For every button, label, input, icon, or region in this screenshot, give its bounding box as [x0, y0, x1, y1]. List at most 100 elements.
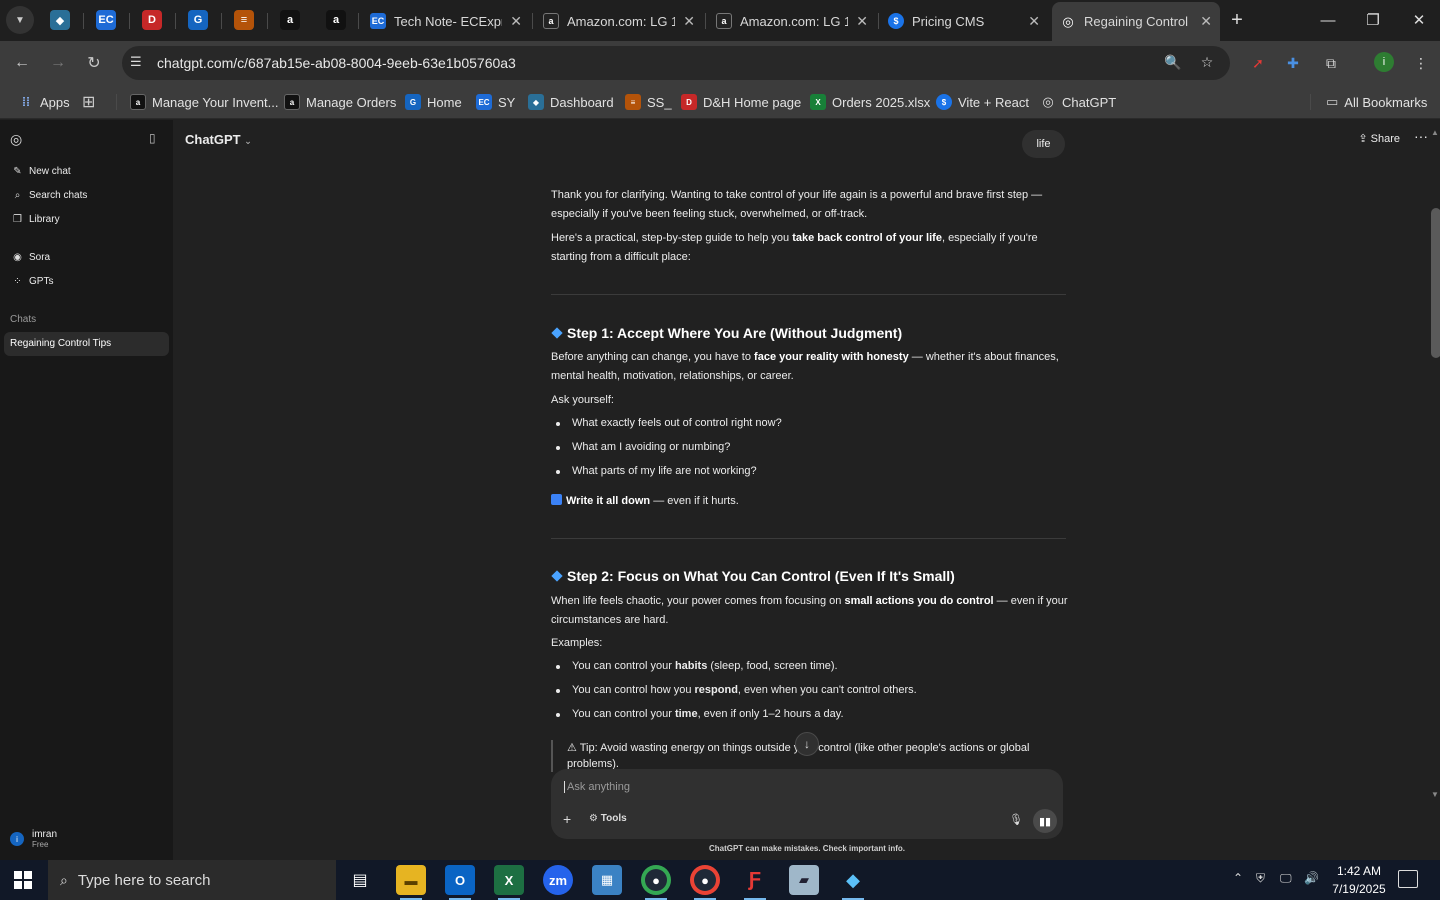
new-chat-button[interactable]: ✎ New chat: [12, 166, 70, 177]
divider: [551, 294, 1066, 295]
bookmark-star-icon[interactable]: ☆: [1196, 51, 1218, 73]
scroll-down-small-icon[interactable]: ▼: [1431, 790, 1439, 799]
message-composer[interactable]: Ask anything + ⚙ Tools 🎙 ▮▮: [551, 769, 1063, 839]
back-icon[interactable]: ←: [10, 51, 34, 75]
chat-history-item[interactable]: Regaining Control Tips: [4, 332, 169, 356]
forward-icon[interactable]: →: [46, 51, 70, 75]
system-clock[interactable]: 1:42 AM 7/19/2025: [1328, 862, 1390, 898]
address-url[interactable]: chatgpt.com/c/687ab15e-ab08-8004-9eeb-63…: [157, 55, 516, 71]
gpts-button[interactable]: ⁘ GPTs: [12, 276, 53, 287]
close-tab-icon[interactable]: ✕: [510, 13, 522, 30]
user-message-bubble: life: [1022, 130, 1065, 158]
address-bar[interactable]: ☰ chatgpt.com/c/687ab15e-ab08-8004-9eeb-…: [122, 46, 1230, 80]
profile-avatar-icon[interactable]: i: [1374, 52, 1394, 72]
step-heading: Step 1: Accept Where You Are (Without Ju…: [551, 325, 902, 341]
share-button[interactable]: ⇪ Share: [1358, 132, 1400, 145]
bookmark-item[interactable]: X Orders 2025.xlsx: [810, 92, 930, 112]
chat-main: ChatGPT ⌄ ⇪ Share ··· life Thank you for…: [173, 120, 1440, 860]
list-item: You can control how you respond, even wh…: [556, 684, 1066, 696]
bookmark-item[interactable]: EC SY: [476, 92, 515, 112]
pinned-tab-amazon-icon[interactable]: a: [326, 10, 346, 30]
user-name: imran: [32, 829, 58, 840]
pinned-tab-ec-icon[interactable]: EC: [96, 10, 116, 30]
tray-overflow-icon[interactable]: ⌃: [1233, 871, 1243, 885]
bookmark-item[interactable]: $ Vite + React: [936, 92, 1029, 112]
browser-tab-active[interactable]: ◎ Regaining Control ✕: [1052, 2, 1220, 41]
notes-app-icon[interactable]: ▰: [789, 865, 819, 895]
restore-window-icon[interactable]: ❐: [1358, 8, 1388, 32]
volume-icon[interactable]: 🔊: [1304, 871, 1319, 885]
scroll-down-arrow-icon[interactable]: ↓: [795, 732, 819, 756]
user-account[interactable]: i imran Free: [10, 829, 57, 849]
taskbar-search-placeholder[interactable]: Type here to search: [78, 872, 211, 889]
browser-menu-icon[interactable]: ⋮: [1410, 52, 1432, 74]
voice-mode-icon[interactable]: ▮▮: [1033, 809, 1057, 833]
microphone-icon[interactable]: 🎙: [1009, 813, 1023, 826]
library-button[interactable]: ❒ Library: [12, 214, 60, 225]
add-attachment-icon[interactable]: +: [563, 811, 571, 827]
browser-tab[interactable]: a Amazon.com: LG 1 ✕: [535, 7, 703, 35]
pinned-tab-g-icon[interactable]: G: [188, 10, 208, 30]
tools-button[interactable]: ⚙ Tools: [589, 813, 627, 824]
close-tab-icon[interactable]: ✕: [856, 13, 868, 30]
pinned-tab-amazon-icon[interactable]: a: [280, 10, 300, 30]
windows-start-icon[interactable]: [14, 871, 32, 889]
extension-blue-icon[interactable]: ✚: [1282, 52, 1304, 74]
bookmark-item[interactable]: ≡ SS_: [625, 92, 672, 112]
close-window-icon[interactable]: ✕: [1404, 8, 1434, 32]
pinned-tab-icon[interactable]: ◆: [50, 10, 70, 30]
tab-search-chevron-icon[interactable]: ▼: [6, 6, 34, 34]
reload-icon[interactable]: ↻: [82, 51, 106, 75]
excel-icon[interactable]: X: [494, 865, 524, 900]
notifications-icon[interactable]: [1398, 870, 1418, 888]
bookmark-item[interactable]: D D&H Home page: [681, 92, 801, 112]
bookmark-item[interactable]: ◆ Dashboard: [528, 92, 614, 112]
bookmark-item[interactable]: ◎ ChatGPT: [1040, 92, 1116, 112]
tab-groups-icon[interactable]: ⊞: [82, 92, 95, 112]
calculator-icon[interactable]: ▦: [592, 865, 622, 895]
bookmark-item[interactable]: a Manage Your Invent...: [130, 92, 278, 112]
browser-tab[interactable]: a Amazon.com: LG 1 ✕: [708, 7, 876, 35]
tray-security-icon[interactable]: ⛨: [1256, 871, 1265, 886]
close-tab-icon[interactable]: ✕: [683, 13, 695, 30]
apps-grid-icon: ⁞⁞: [22, 95, 30, 109]
openai-logo-icon[interactable]: ◎: [10, 131, 22, 148]
browser-tab[interactable]: $ Pricing CMS ✕: [880, 7, 1048, 35]
browser-tab[interactable]: EC Tech Note- ECExpr ✕: [362, 7, 530, 35]
scrollbar-thumb[interactable]: [1431, 208, 1440, 358]
page-scrollbar[interactable]: ▲ ▼: [1431, 128, 1440, 800]
pinned-tab-stack-icon[interactable]: ≡: [234, 10, 254, 30]
close-tab-icon[interactable]: ✕: [1028, 13, 1040, 30]
bookmark-item[interactable]: a Manage Orders: [284, 92, 396, 112]
task-view-icon[interactable]: ▤: [345, 865, 375, 895]
network-icon[interactable]: 🖵: [1280, 871, 1292, 886]
zoom-icon[interactable]: 🔍: [1162, 51, 1184, 73]
assistant-paragraph: Here's a practical, step-by-step guide t…: [551, 232, 1038, 263]
search-chats-button[interactable]: ⌕ Search chats: [12, 190, 88, 201]
outlook-icon[interactable]: O: [445, 865, 475, 900]
pinned-tab-dh-icon[interactable]: D: [142, 10, 162, 30]
sora-button[interactable]: ◉ Sora: [12, 252, 50, 263]
more-options-icon[interactable]: ···: [1414, 128, 1428, 144]
extension-red-icon[interactable]: ➚: [1247, 52, 1269, 74]
model-selector[interactable]: ChatGPT ⌄: [185, 132, 252, 147]
filezilla-icon[interactable]: Ƒ: [740, 865, 770, 900]
close-tab-icon[interactable]: ✕: [1200, 13, 1212, 30]
prompt-input[interactable]: Ask anything: [564, 781, 630, 793]
toggle-sidebar-icon[interactable]: ▯: [149, 131, 156, 145]
taskbar-search-box[interactable]: ⌕ Type here to search: [48, 860, 336, 900]
bookmark-item[interactable]: G Home: [405, 92, 462, 112]
site-info-icon[interactable]: ☰: [130, 54, 142, 70]
chrome-profile-icon[interactable]: ●: [690, 865, 720, 900]
all-bookmarks[interactable]: ▭ All Bookmarks: [1326, 92, 1427, 112]
bookmark-apps[interactable]: ⁞⁞ Apps: [18, 92, 70, 112]
app-diamond-icon[interactable]: ◆: [838, 865, 868, 900]
assistant-paragraph: Write it all down — even if it hurts.: [551, 492, 1071, 511]
chrome-icon[interactable]: ●: [641, 865, 671, 900]
file-explorer-icon[interactable]: ▬: [396, 865, 426, 900]
zoom-app-icon[interactable]: zm: [543, 865, 573, 895]
new-tab-icon[interactable]: +: [1222, 8, 1252, 32]
extensions-puzzle-icon[interactable]: ⧉: [1320, 52, 1342, 74]
minimize-window-icon[interactable]: —: [1313, 8, 1343, 32]
scroll-up-arrow-icon[interactable]: ▲: [1431, 128, 1439, 137]
